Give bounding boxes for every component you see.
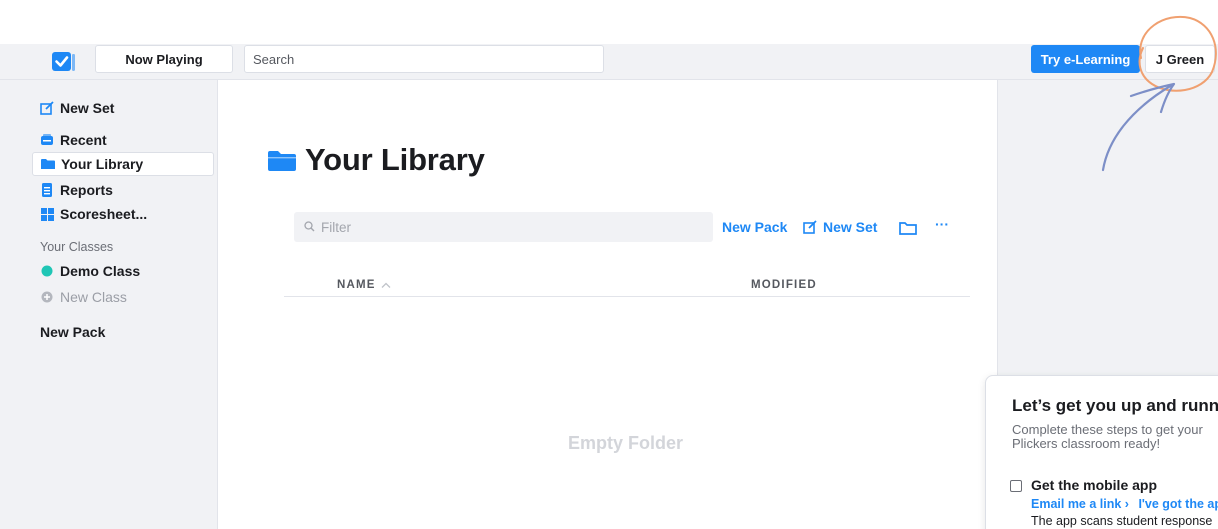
sidebar-item-recent[interactable]: Recent xyxy=(32,128,214,152)
now-playing-button[interactable]: Now Playing xyxy=(95,45,233,73)
folder-outline-icon xyxy=(899,222,917,235)
column-header-modified[interactable]: MODIFIED xyxy=(751,279,817,291)
sidebar-item-new-class[interactable]: New Class xyxy=(32,285,214,309)
try-e-learning-button[interactable]: Try e-Learning xyxy=(1031,45,1140,73)
step-description: The app scans student response xyxy=(1031,514,1213,528)
sidebar-new-pack[interactable]: New Pack xyxy=(40,324,105,340)
sidebar: New Set Recent Your Library Reports Scor… xyxy=(0,80,218,529)
search-icon xyxy=(304,220,315,235)
sidebar-item-label: New Set xyxy=(60,100,115,116)
table-divider xyxy=(284,296,970,297)
sidebar-item-label: Demo Class xyxy=(60,263,141,279)
new-pack-button[interactable]: New Pack xyxy=(722,219,787,235)
sidebar-item-demo-class[interactable]: Demo Class xyxy=(32,259,214,283)
step-checkbox[interactable] xyxy=(1010,480,1022,492)
new-folder-button[interactable] xyxy=(899,221,917,235)
folder-icon xyxy=(268,151,296,171)
sidebar-item-label: Scoresheet... xyxy=(60,206,148,222)
your-classes-heading: Your Classes xyxy=(40,240,114,254)
onboarding-title: Let’s get you up and runn xyxy=(1012,396,1218,415)
email-link[interactable]: Email me a link › xyxy=(1031,497,1129,511)
column-header-name[interactable]: NAME xyxy=(337,279,391,291)
user-menu-button[interactable]: J Green xyxy=(1145,45,1215,73)
sidebar-item-label: New Class xyxy=(60,289,127,305)
grid-icon xyxy=(40,207,54,221)
page-title-text: Your Library xyxy=(305,142,485,177)
column-header-name-label: NAME xyxy=(337,279,376,291)
folder-icon xyxy=(41,157,55,171)
plickers-logo-icon[interactable] xyxy=(52,50,76,72)
empty-folder-message: Empty Folder xyxy=(568,433,684,453)
new-set-button[interactable]: New Set xyxy=(803,219,877,235)
onboarding-card: Let’s get you up and runn Complete these… xyxy=(985,375,1218,529)
sidebar-item-label: Your Library xyxy=(61,156,144,172)
edit-icon xyxy=(803,220,817,234)
sidebar-item-your-library[interactable]: Your Library xyxy=(32,152,214,176)
filter-placeholder: Filter xyxy=(321,219,351,235)
reports-icon xyxy=(40,183,54,197)
sidebar-item-scoresheet[interactable]: Scoresheet... xyxy=(32,202,214,226)
more-options-button[interactable]: ··· xyxy=(935,216,949,232)
recent-icon xyxy=(40,133,54,147)
page-title: Your Library xyxy=(268,142,485,178)
step-links: Email me a link › I've got the ap xyxy=(1031,497,1218,511)
chevron-up-icon xyxy=(381,282,391,288)
sidebar-item-reports[interactable]: Reports xyxy=(32,178,214,202)
new-set-label: New Set xyxy=(823,219,878,235)
plus-circle-icon xyxy=(40,290,54,304)
edit-icon xyxy=(40,101,54,115)
sidebar-item-new-set[interactable]: New Set xyxy=(32,96,214,120)
top-bar: Now Playing Try e-Learning J Green xyxy=(0,44,1218,80)
step-title: Get the mobile app xyxy=(1031,477,1158,493)
class-color-dot-icon xyxy=(40,264,54,278)
onboarding-subtitle: Complete these steps to get your Plicker… xyxy=(1012,422,1203,451)
got-app-link[interactable]: I've got the ap xyxy=(1138,497,1218,511)
sidebar-item-label: Recent xyxy=(60,132,107,148)
search-input[interactable] xyxy=(244,45,604,73)
sidebar-item-label: Reports xyxy=(60,182,113,198)
filter-input[interactable]: Filter xyxy=(294,212,713,242)
